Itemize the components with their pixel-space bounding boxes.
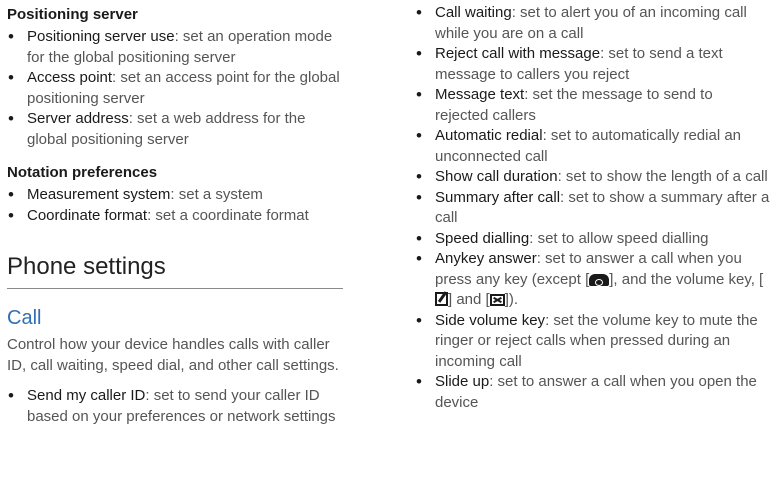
end-call-key-icon (589, 273, 610, 286)
list-item: Anykey answer: set to answer a call when… (415, 249, 770, 311)
right-column: Call waiting: set to alert you of an inc… (415, 0, 770, 413)
list-item: Summary after call: set to show a summar… (415, 188, 770, 229)
list-item: Reject call with message: set to send a … (415, 44, 770, 85)
list-item: Automatic redial: set to automatically r… (415, 126, 770, 167)
list-item: Call waiting: set to alert you of an inc… (415, 3, 770, 44)
list-item: Measurement system: set a system (7, 185, 347, 206)
notation-list: Measurement system: set a system Coordin… (7, 185, 347, 226)
positioning-server-list: Positioning server use: set an operation… (7, 27, 347, 150)
message-key-icon (489, 294, 505, 306)
notation-preferences-heading: Notation preferences (7, 164, 158, 181)
list-item: Message text: set the message to send to… (415, 85, 770, 126)
section-title: Phone settings (7, 253, 166, 280)
call-settings-list: Call waiting: set to alert you of an inc… (415, 3, 770, 413)
list-item: Access point: set an access point for th… (7, 68, 347, 109)
list-item: Send my caller ID: set to send your call… (7, 386, 347, 427)
list-item: Coordinate format: set a coordinate form… (7, 206, 347, 227)
left-column: Positioning server Positioning server us… (7, 0, 347, 427)
call-list: Send my caller ID: set to send your call… (7, 386, 347, 427)
list-item: Side volume key: set the volume key to m… (415, 311, 770, 373)
list-item: Show call duration: set to show the leng… (415, 167, 770, 188)
list-item: Server address: set a web address for th… (7, 109, 347, 150)
call-heading: Call (7, 307, 42, 329)
list-item: Slide up: set to answer a call when you … (415, 372, 770, 413)
list-item: Positioning server use: set an operation… (7, 27, 347, 68)
call-intro: Control how your device handles calls wi… (7, 336, 339, 374)
memo-key-icon (435, 292, 448, 306)
list-item: Speed dialling: set to allow speed diall… (415, 229, 770, 250)
positioning-server-heading: Positioning server (7, 6, 138, 23)
